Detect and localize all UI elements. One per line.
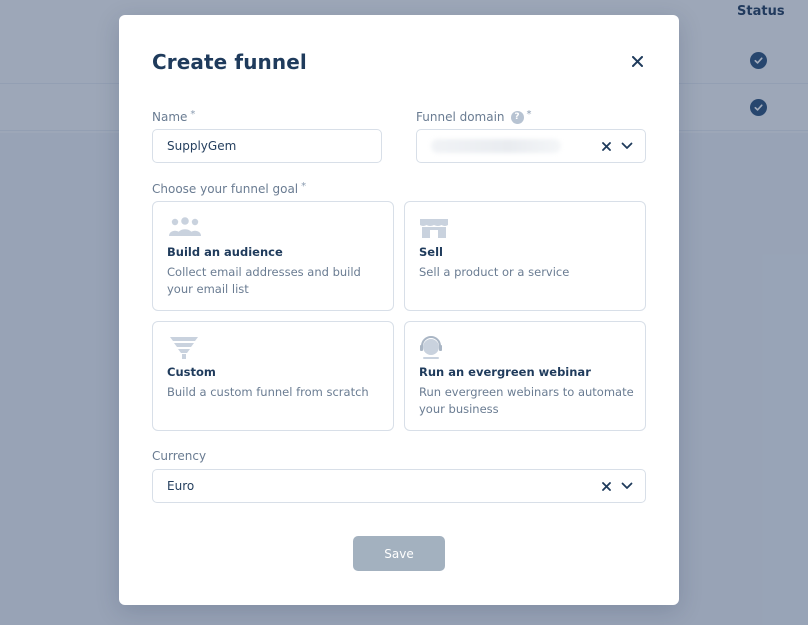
question-icon[interactable]: ? (510, 110, 524, 124)
create-funnel-dialog: Create funnel Name * SupplyGem Funnel dom… (119, 15, 679, 605)
goal-description: Build a custom funnel from scratch (167, 385, 369, 399)
funnel-domain-label-text: Funnel domain (416, 110, 505, 124)
close-icon (631, 55, 643, 67)
funnel-goal-label: Choose your funnel goal * (152, 180, 307, 197)
close-button[interactable] (628, 52, 646, 70)
name-label: Name * (152, 108, 196, 125)
clear-icon[interactable] (602, 141, 611, 151)
store-icon (420, 219, 448, 238)
goal-title: Sell (419, 245, 443, 259)
goal-option-custom[interactable]: Custom Build a custom funnel from scratc… (152, 321, 394, 431)
goal-description: Run evergreen webinars to automate your … (419, 385, 634, 416)
clear-icon[interactable] (602, 481, 611, 491)
goal-description: Collect email addresses and build your e… (167, 265, 361, 296)
goal-option-evergreen-webinar[interactable]: Run an evergreen webinar Run evergreen w… (404, 321, 646, 431)
funnel-goal-label-text: Choose your funnel goal (152, 182, 299, 196)
currency-value: Euro (167, 479, 195, 493)
goal-title: Custom (167, 365, 216, 379)
audience-icon (169, 217, 201, 236)
currency-select[interactable]: Euro (152, 469, 646, 503)
required-mark: * (301, 180, 307, 192)
save-button[interactable]: Save (353, 536, 445, 571)
name-input[interactable]: SupplyGem (152, 129, 382, 163)
goal-description: Sell a product or a service (419, 265, 570, 279)
goal-option-build-audience[interactable]: Build an audience Collect email addresse… (152, 201, 394, 311)
name-input-value: SupplyGem (167, 139, 237, 153)
goal-title: Build an audience (167, 245, 283, 259)
dialog-title: Create funnel (152, 50, 307, 74)
goal-title: Run an evergreen webinar (419, 365, 591, 379)
required-mark: * (526, 108, 532, 120)
chevron-down-icon[interactable] (621, 482, 633, 490)
required-mark: * (190, 108, 196, 120)
funnel-domain-select[interactable] (416, 129, 646, 163)
funnel-domain-value-redacted (431, 139, 561, 153)
name-label-text: Name (152, 110, 188, 124)
chevron-down-icon[interactable] (621, 142, 633, 150)
currency-label: Currency (152, 449, 207, 463)
webinar-icon (420, 336, 442, 359)
funnel-domain-label: Funnel domain ? * (416, 108, 532, 125)
goal-option-sell[interactable]: Sell Sell a product or a service (404, 201, 646, 311)
funnel-icon (170, 337, 198, 359)
